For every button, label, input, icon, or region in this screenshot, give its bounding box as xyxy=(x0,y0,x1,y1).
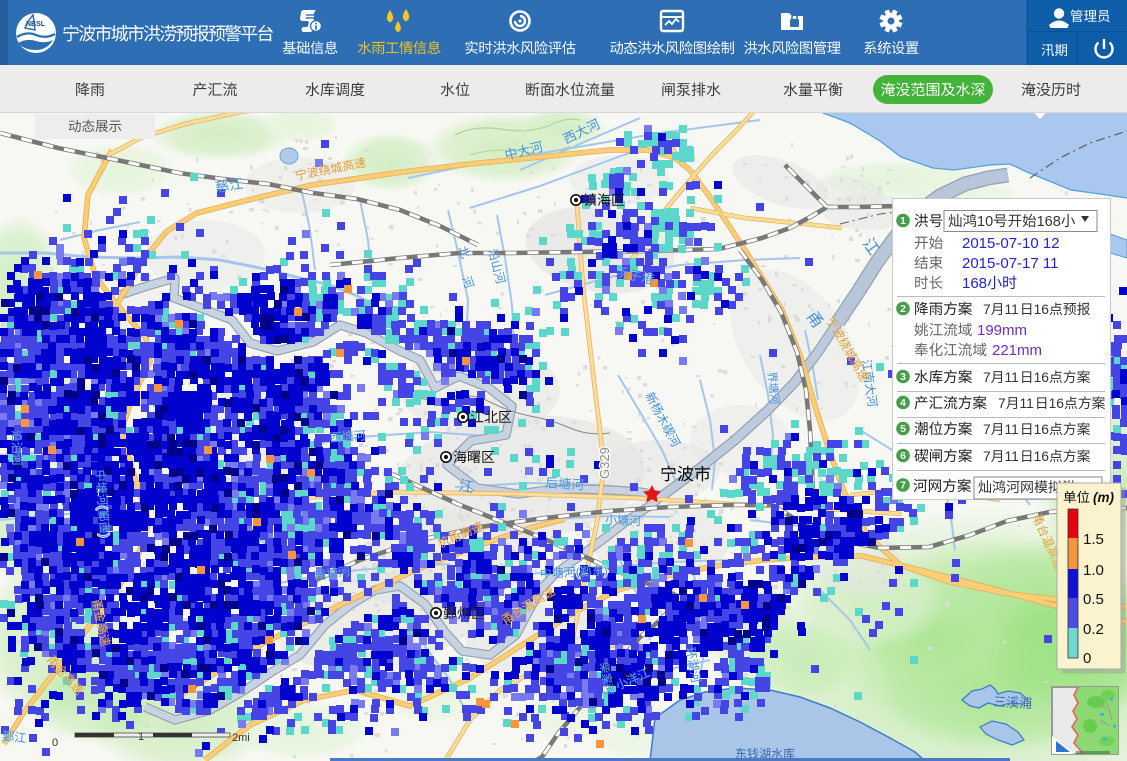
svg-text:10: 10 xyxy=(977,214,993,230)
svg-text:11: 11 xyxy=(1020,396,1034,411)
svg-text:): ) xyxy=(603,563,608,577)
svg-text:7: 7 xyxy=(983,422,991,437)
svg-text:0: 0 xyxy=(1083,650,1091,667)
svg-text:6: 6 xyxy=(900,450,906,462)
svg-text:7: 7 xyxy=(983,370,991,385)
svg-text:0.5: 0.5 xyxy=(1083,591,1104,608)
svg-text:7: 7 xyxy=(998,396,1006,411)
svg-text:168: 168 xyxy=(962,275,987,292)
svg-text:2: 2 xyxy=(900,303,906,315)
svg-text:7: 7 xyxy=(983,302,991,317)
svg-text:NBSL: NBSL xyxy=(26,21,46,28)
svg-text:16: 16 xyxy=(1034,449,1050,464)
svg-text:5: 5 xyxy=(900,423,906,435)
svg-text:168: 168 xyxy=(1037,214,1061,230)
svg-text:221mm: 221mm xyxy=(992,342,1042,359)
svg-text:1.0: 1.0 xyxy=(1083,562,1104,579)
svg-text:16: 16 xyxy=(1034,422,1050,437)
svg-text:7: 7 xyxy=(900,480,906,492)
svg-text:16: 16 xyxy=(1049,396,1065,411)
svg-text:1.5: 1.5 xyxy=(1083,531,1104,548)
svg-text:4: 4 xyxy=(900,397,906,409)
svg-text:(: ( xyxy=(575,565,580,579)
svg-text:16: 16 xyxy=(1034,302,1050,317)
svg-text:1: 1 xyxy=(138,731,144,743)
svg-text:2015-07-10 12: 2015-07-10 12 xyxy=(962,235,1060,252)
svg-text:2mi: 2mi xyxy=(232,732,250,744)
svg-text:11: 11 xyxy=(1005,449,1019,464)
svg-text:11: 11 xyxy=(1005,370,1019,385)
svg-text:2015-07-17 11: 2015-07-17 11 xyxy=(962,255,1058,272)
svg-text:11: 11 xyxy=(1005,302,1019,317)
svg-text:0.2: 0.2 xyxy=(1083,621,1104,638)
svg-text:(m): (m) xyxy=(1093,490,1114,505)
svg-text:11: 11 xyxy=(1005,422,1019,437)
svg-text:G329: G329 xyxy=(597,447,612,479)
svg-text:3: 3 xyxy=(900,371,906,383)
svg-text:16: 16 xyxy=(1034,370,1050,385)
svg-text:0: 0 xyxy=(52,737,58,749)
svg-text:199mm: 199mm xyxy=(977,322,1027,339)
svg-text:1: 1 xyxy=(900,215,906,227)
svg-text:7: 7 xyxy=(983,449,991,464)
